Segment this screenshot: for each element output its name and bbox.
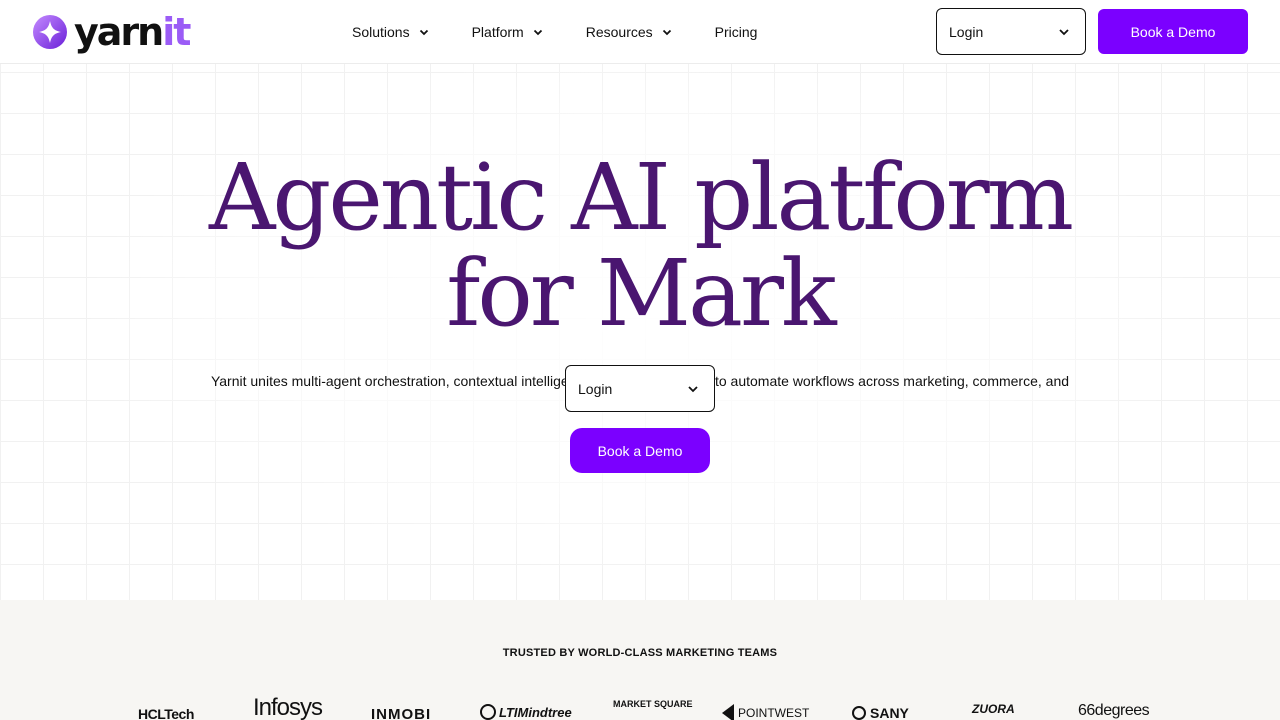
- logo-66degrees: 66degrees: [1078, 702, 1150, 719]
- nav-resources[interactable]: Resources: [586, 24, 673, 40]
- ltimindtree-mark-icon: [480, 704, 496, 720]
- logo-sany: SANY: [852, 705, 909, 720]
- yarnit-logo-icon: [33, 15, 67, 49]
- hero-headline-line1: Agentic AI platform: [208, 144, 1074, 251]
- nav-pricing[interactable]: Pricing: [715, 24, 758, 40]
- hero-headline: Agentic AI platform for Mark: [0, 150, 1280, 342]
- hero-headline-line2: for Mark: [446, 240, 836, 347]
- pointwest-mark-icon: [722, 704, 734, 720]
- customer-logos: HCLTech Infosys INMOBI LTIMindtree MARKE…: [0, 692, 1280, 720]
- sany-mark-icon: [852, 706, 866, 720]
- logo-market-square: MARKET SQUARE: [613, 699, 693, 709]
- nav-solutions-label: Solutions: [352, 24, 410, 40]
- logo-inmobi: INMOBI: [371, 706, 432, 720]
- nav-pricing-label: Pricing: [714, 24, 758, 40]
- hero-login-dropdown[interactable]: Login: [565, 365, 715, 412]
- ltimindtree-text: LTIMindtree: [499, 704, 572, 720]
- nav-resources-label: Resources: [585, 24, 653, 40]
- chevron-down-icon: [419, 29, 428, 36]
- yarnit-logo[interactable]: yarnit: [32, 10, 191, 54]
- logo-hcltech: HCLTech: [138, 706, 194, 720]
- chevron-down-icon: [688, 385, 698, 392]
- header-login-label: Login: [949, 23, 984, 40]
- nav-platform[interactable]: Platform: [472, 24, 544, 40]
- chevron-down-icon: [662, 29, 671, 36]
- hero-login-label: Login: [578, 380, 613, 397]
- logo-infosys: Infosys: [253, 694, 323, 720]
- chevron-down-icon: [1059, 28, 1069, 35]
- logo-wordmark: yarnit: [74, 10, 191, 54]
- logo-ltimindtree: LTIMindtree: [480, 704, 572, 720]
- hero-section: Agentic AI platform for Mark Yarnit unit…: [0, 64, 1280, 600]
- main-nav: Solutions Platform Resources Pricing: [352, 0, 757, 64]
- header-book-demo-button[interactable]: Book a Demo: [1098, 9, 1248, 54]
- trusted-by-section: TRUSTED BY WORLD-CLASS MARKETING TEAMS H…: [0, 600, 1280, 720]
- sany-text: SANY: [870, 705, 909, 720]
- logo-pointwest: POINTWEST: [722, 704, 809, 720]
- nav-solutions[interactable]: Solutions: [352, 24, 430, 40]
- site-header: yarnit Solutions Platform Resources Pric…: [0, 0, 1280, 64]
- logo-zuora: ZUORA: [972, 702, 1015, 716]
- header-login-dropdown[interactable]: Login: [936, 8, 1086, 55]
- trusted-title: TRUSTED BY WORLD-CLASS MARKETING TEAMS: [502, 647, 778, 659]
- pointwest-text: POINTWEST: [738, 706, 810, 720]
- hero-book-demo-button[interactable]: Book a Demo: [570, 428, 710, 473]
- chevron-down-icon: [533, 29, 542, 36]
- nav-platform-label: Platform: [471, 24, 524, 40]
